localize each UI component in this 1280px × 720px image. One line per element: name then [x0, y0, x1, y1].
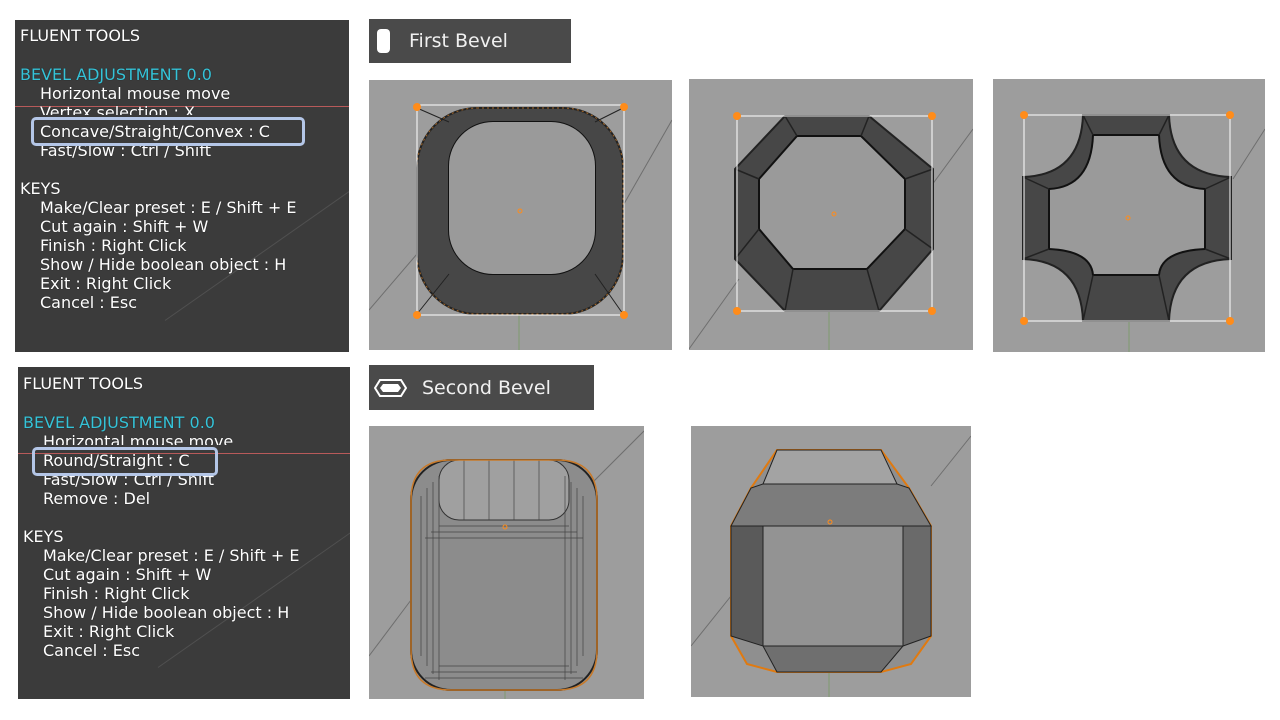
viewport-convex	[993, 79, 1265, 352]
shortcut-item: Remove : Del	[43, 489, 151, 508]
second-bevel-label: Second Bevel	[369, 365, 594, 410]
viewport-round	[369, 426, 644, 699]
key-item: Exit : Right Click	[43, 622, 175, 641]
shortcut-item: Vertex selection : X	[40, 103, 195, 115]
bevel-adjustment-heading: BEVEL ADJUSTMENT 0.0	[23, 413, 215, 432]
highlight-box-concave	[31, 117, 305, 146]
keys-heading: KEYS	[20, 179, 61, 198]
viewport-straight-cube	[691, 426, 971, 697]
panel-title: FLUENT TOOLS	[20, 26, 140, 45]
viewport-concave	[369, 80, 672, 350]
key-item: Exit : Right Click	[40, 274, 172, 293]
octagon-ring-render	[689, 112, 973, 350]
highlight-box-round	[32, 447, 218, 476]
first-bevel-text: First Bevel	[409, 30, 508, 52]
rounded-cube-render	[369, 430, 644, 699]
key-item: Make/Clear preset : E / Shift + E	[40, 198, 297, 217]
rounded-ring-render	[369, 103, 672, 350]
key-item: Cancel : Esc	[43, 641, 141, 660]
bevel-adjustment-heading: BEVEL ADJUSTMENT 0.0	[20, 65, 212, 84]
first-bevel-label: First Bevel	[369, 19, 571, 63]
second-bevel-text: Second Bevel	[422, 376, 551, 399]
shortcut-item: Horizontal mouse move	[43, 432, 234, 445]
key-item: Show / Hide boolean object : H	[43, 603, 290, 622]
fluent-tools-panel-bottom: FLUENT TOOLS BEVEL ADJUSTMENT 0.0 Horizo…	[18, 367, 350, 699]
keys-heading: KEYS	[23, 527, 64, 546]
hexagon-icon	[373, 378, 408, 397]
chamfered-cube-render	[691, 435, 971, 697]
background-grid-line	[164, 170, 349, 321]
concave-ring-render	[1020, 111, 1265, 352]
key-item: Finish : Right Click	[43, 584, 190, 603]
key-item: Finish : Right Click	[40, 236, 187, 255]
viewport-straight	[689, 79, 973, 350]
key-item: Make/Clear preset : E / Shift + E	[43, 546, 300, 565]
key-item: Cut again : Shift + W	[40, 217, 209, 236]
key-item: Cancel : Esc	[40, 293, 138, 312]
panel-title: FLUENT TOOLS	[23, 374, 143, 393]
shortcut-item: Horizontal mouse move	[40, 84, 231, 103]
key-item: Cut again : Shift + W	[43, 565, 212, 584]
key-item: Show / Hide boolean object : H	[40, 255, 287, 274]
rounded-rect-icon	[377, 29, 390, 53]
fluent-tools-panel-top: FLUENT TOOLS BEVEL ADJUSTMENT 0.0 Horizo…	[15, 20, 349, 352]
